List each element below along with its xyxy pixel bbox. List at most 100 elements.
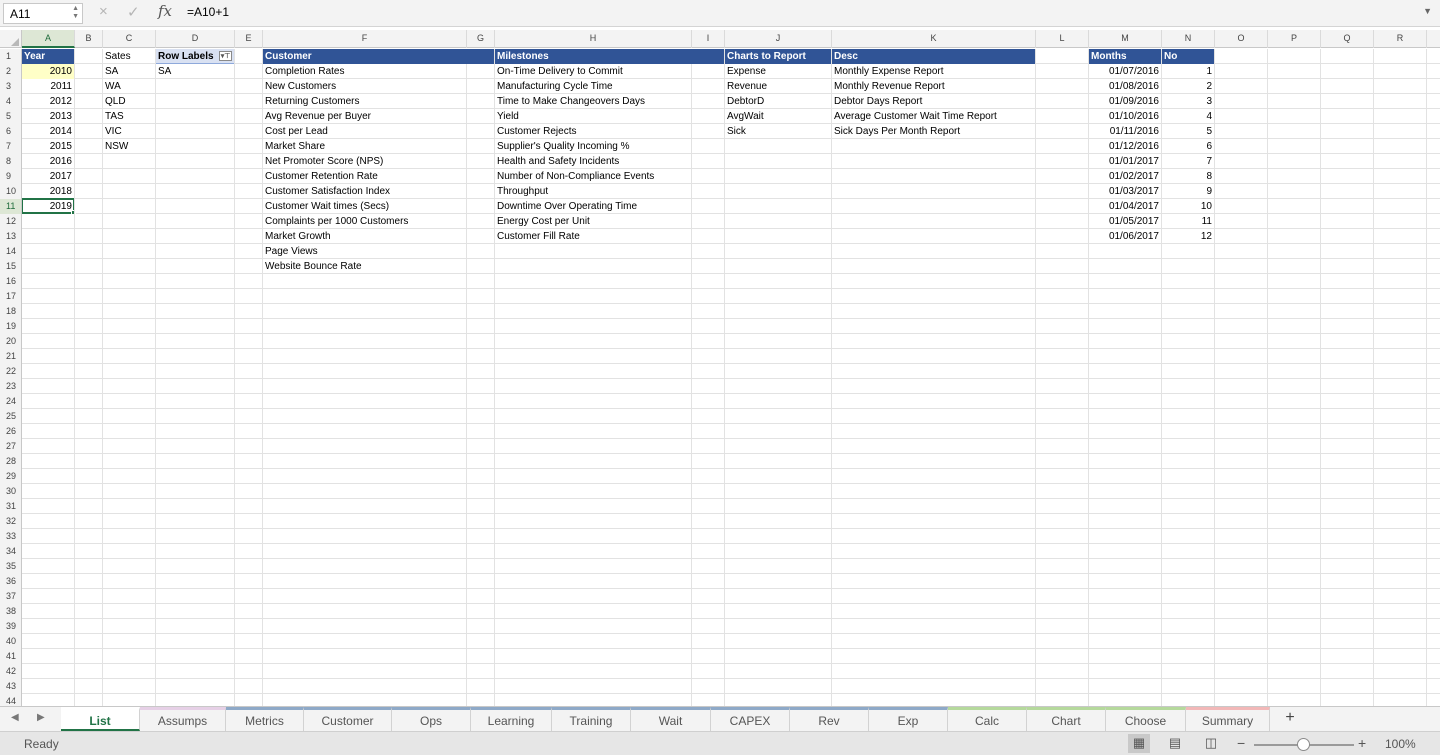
milestone-cell[interactable]: Energy Cost per Unit xyxy=(495,214,691,229)
month-number-cell[interactable]: 1 xyxy=(1162,64,1214,79)
sheet-tab-capex[interactable]: CAPEX xyxy=(711,707,790,731)
row-header-40[interactable]: 40 xyxy=(0,634,21,649)
pivot-row-label-cell[interactable]: SA xyxy=(156,64,234,79)
state-cell[interactable]: TAS xyxy=(103,109,155,124)
milestone-cell[interactable]: Throughput xyxy=(495,184,691,199)
milestone-cell[interactable]: On-Time Delivery to Commit xyxy=(495,64,691,79)
row-header-2[interactable]: 2 xyxy=(0,64,21,79)
month-number-cell[interactable]: 3 xyxy=(1162,94,1214,109)
row-header-42[interactable]: 42 xyxy=(0,664,21,679)
zoom-out-button[interactable]: − xyxy=(1237,735,1245,751)
column-header-n[interactable]: N xyxy=(1162,30,1215,48)
customer-metric-cell[interactable]: Net Promoter Score (NPS) xyxy=(263,154,466,169)
chart-code-cell[interactable]: AvgWait xyxy=(725,109,831,124)
column-header-p[interactable]: P xyxy=(1268,30,1321,48)
name-box-stepper-icon[interactable]: ▲ ▼ xyxy=(72,5,79,21)
row-header-30[interactable]: 30 xyxy=(0,484,21,499)
sheet-tab-training[interactable]: Training xyxy=(552,707,631,731)
state-cell[interactable]: VIC xyxy=(103,124,155,139)
month-number-cell[interactable]: 9 xyxy=(1162,184,1214,199)
month-cell[interactable]: 01/12/2016 xyxy=(1089,139,1161,154)
row-header-25[interactable]: 25 xyxy=(0,409,21,424)
sheet-tab-wait[interactable]: Wait xyxy=(631,707,711,731)
month-cell[interactable]: 01/06/2017 xyxy=(1089,229,1161,244)
customer-metric-cell[interactable]: Completion Rates xyxy=(263,64,466,79)
year-cell[interactable]: 2016 xyxy=(22,154,74,169)
sheet-tab-summary[interactable]: Summary xyxy=(1186,707,1270,731)
row-header-4[interactable]: 4 xyxy=(0,94,21,109)
column-header-d[interactable]: D xyxy=(156,30,235,48)
row-header-41[interactable]: 41 xyxy=(0,649,21,664)
row-header-13[interactable]: 13 xyxy=(0,229,21,244)
month-number-cell[interactable]: 7 xyxy=(1162,154,1214,169)
year-cell[interactable]: 2013 xyxy=(22,109,74,124)
row-header-34[interactable]: 34 xyxy=(0,544,21,559)
year-cell[interactable]: 2018 xyxy=(22,184,74,199)
month-number-cell[interactable]: 8 xyxy=(1162,169,1214,184)
cancel-icon[interactable]: × xyxy=(99,3,108,20)
sheet-tab-list[interactable]: List xyxy=(61,707,140,731)
year-cell[interactable]: 2011 xyxy=(22,79,74,94)
month-cell[interactable]: 01/09/2016 xyxy=(1089,94,1161,109)
row-header-19[interactable]: 19 xyxy=(0,319,21,334)
row-header-31[interactable]: 31 xyxy=(0,499,21,514)
month-cell[interactable]: 01/11/2016 xyxy=(1089,124,1161,139)
month-cell[interactable]: 01/05/2017 xyxy=(1089,214,1161,229)
insert-function-icon[interactable]: fx xyxy=(158,2,172,20)
row-header-18[interactable]: 18 xyxy=(0,304,21,319)
row-header-11[interactable]: 11 xyxy=(0,199,21,214)
row-header-6[interactable]: 6 xyxy=(0,124,21,139)
row-header-9[interactable]: 9 xyxy=(0,169,21,184)
sheet-tab-customer[interactable]: Customer xyxy=(304,707,392,731)
sheet-tab-ops[interactable]: Ops xyxy=(392,707,471,731)
month-cell[interactable]: 01/01/2017 xyxy=(1089,154,1161,169)
row-header-32[interactable]: 32 xyxy=(0,514,21,529)
year-cell[interactable]: 2017 xyxy=(22,169,74,184)
sheet-tab-choose[interactable]: Choose xyxy=(1106,707,1186,731)
milestone-cell[interactable]: Manufacturing Cycle Time xyxy=(495,79,691,94)
milestone-cell[interactable]: Downtime Over Operating Time xyxy=(495,199,691,214)
formula-input[interactable]: =A10+1 xyxy=(187,5,229,19)
chart-description-cell[interactable]: Monthly Expense Report xyxy=(832,64,1035,79)
zoom-in-button[interactable]: + xyxy=(1358,735,1366,751)
state-cell[interactable]: WA xyxy=(103,79,155,94)
row-header-3[interactable]: 3 xyxy=(0,79,21,94)
chart-code-cell[interactable]: Revenue xyxy=(725,79,831,94)
chart-code-cell[interactable]: Sick xyxy=(725,124,831,139)
column-header-i[interactable]: I xyxy=(692,30,725,48)
row-header-26[interactable]: 26 xyxy=(0,424,21,439)
row-header-10[interactable]: 10 xyxy=(0,184,21,199)
year-header-cell[interactable]: Year xyxy=(22,49,74,64)
milestones-header-cell[interactable]: Milestones xyxy=(495,49,724,64)
year-cell[interactable]: 2014 xyxy=(22,124,74,139)
year-cell[interactable]: 2019 xyxy=(22,199,74,214)
month-cell[interactable]: 01/04/2017 xyxy=(1089,199,1161,214)
row-header-43[interactable]: 43 xyxy=(0,679,21,694)
chart-description-cell[interactable]: Monthly Revenue Report xyxy=(832,79,1035,94)
row-header-21[interactable]: 21 xyxy=(0,349,21,364)
chart-description-cell[interactable]: Sick Days Per Month Report xyxy=(832,124,1035,139)
zoom-slider-thumb[interactable] xyxy=(1297,738,1310,751)
select-all-button[interactable] xyxy=(0,30,22,48)
row-header-29[interactable]: 29 xyxy=(0,469,21,484)
worksheet-grid[interactable]: Year 2010 2011 2012 2013 2014 2015 2016 2017 2018… xyxy=(22,49,1440,706)
row-header-12[interactable]: 12 xyxy=(0,214,21,229)
add-sheet-button[interactable]: + xyxy=(1281,709,1299,727)
customer-metric-cell[interactable]: Avg Revenue per Buyer xyxy=(263,109,466,124)
states-header-cell[interactable]: Sates xyxy=(103,49,155,64)
column-header-r[interactable]: R xyxy=(1374,30,1427,48)
month-cell[interactable]: 01/02/2017 xyxy=(1089,169,1161,184)
customer-metric-cell[interactable]: Complaints per 1000 Customers xyxy=(263,214,466,229)
column-header-a[interactable]: A xyxy=(22,30,75,48)
milestone-cell[interactable]: Health and Safety Incidents xyxy=(495,154,691,169)
desc-header-cell[interactable]: Desc xyxy=(832,49,1035,64)
chart-code-cell[interactable]: Expense xyxy=(725,64,831,79)
page-layout-view-icon[interactable]: ▤ xyxy=(1164,734,1186,753)
milestone-cell[interactable]: Yield xyxy=(495,109,691,124)
row-header-44[interactable]: 44 xyxy=(0,694,21,706)
customer-metric-cell[interactable]: Customer Satisfaction Index xyxy=(263,184,466,199)
customer-metric-cell[interactable]: Customer Wait times (Secs) xyxy=(263,199,466,214)
month-number-cell[interactable]: 5 xyxy=(1162,124,1214,139)
column-header-b[interactable]: B xyxy=(75,30,103,48)
year-cell[interactable]: 2012 xyxy=(22,94,74,109)
